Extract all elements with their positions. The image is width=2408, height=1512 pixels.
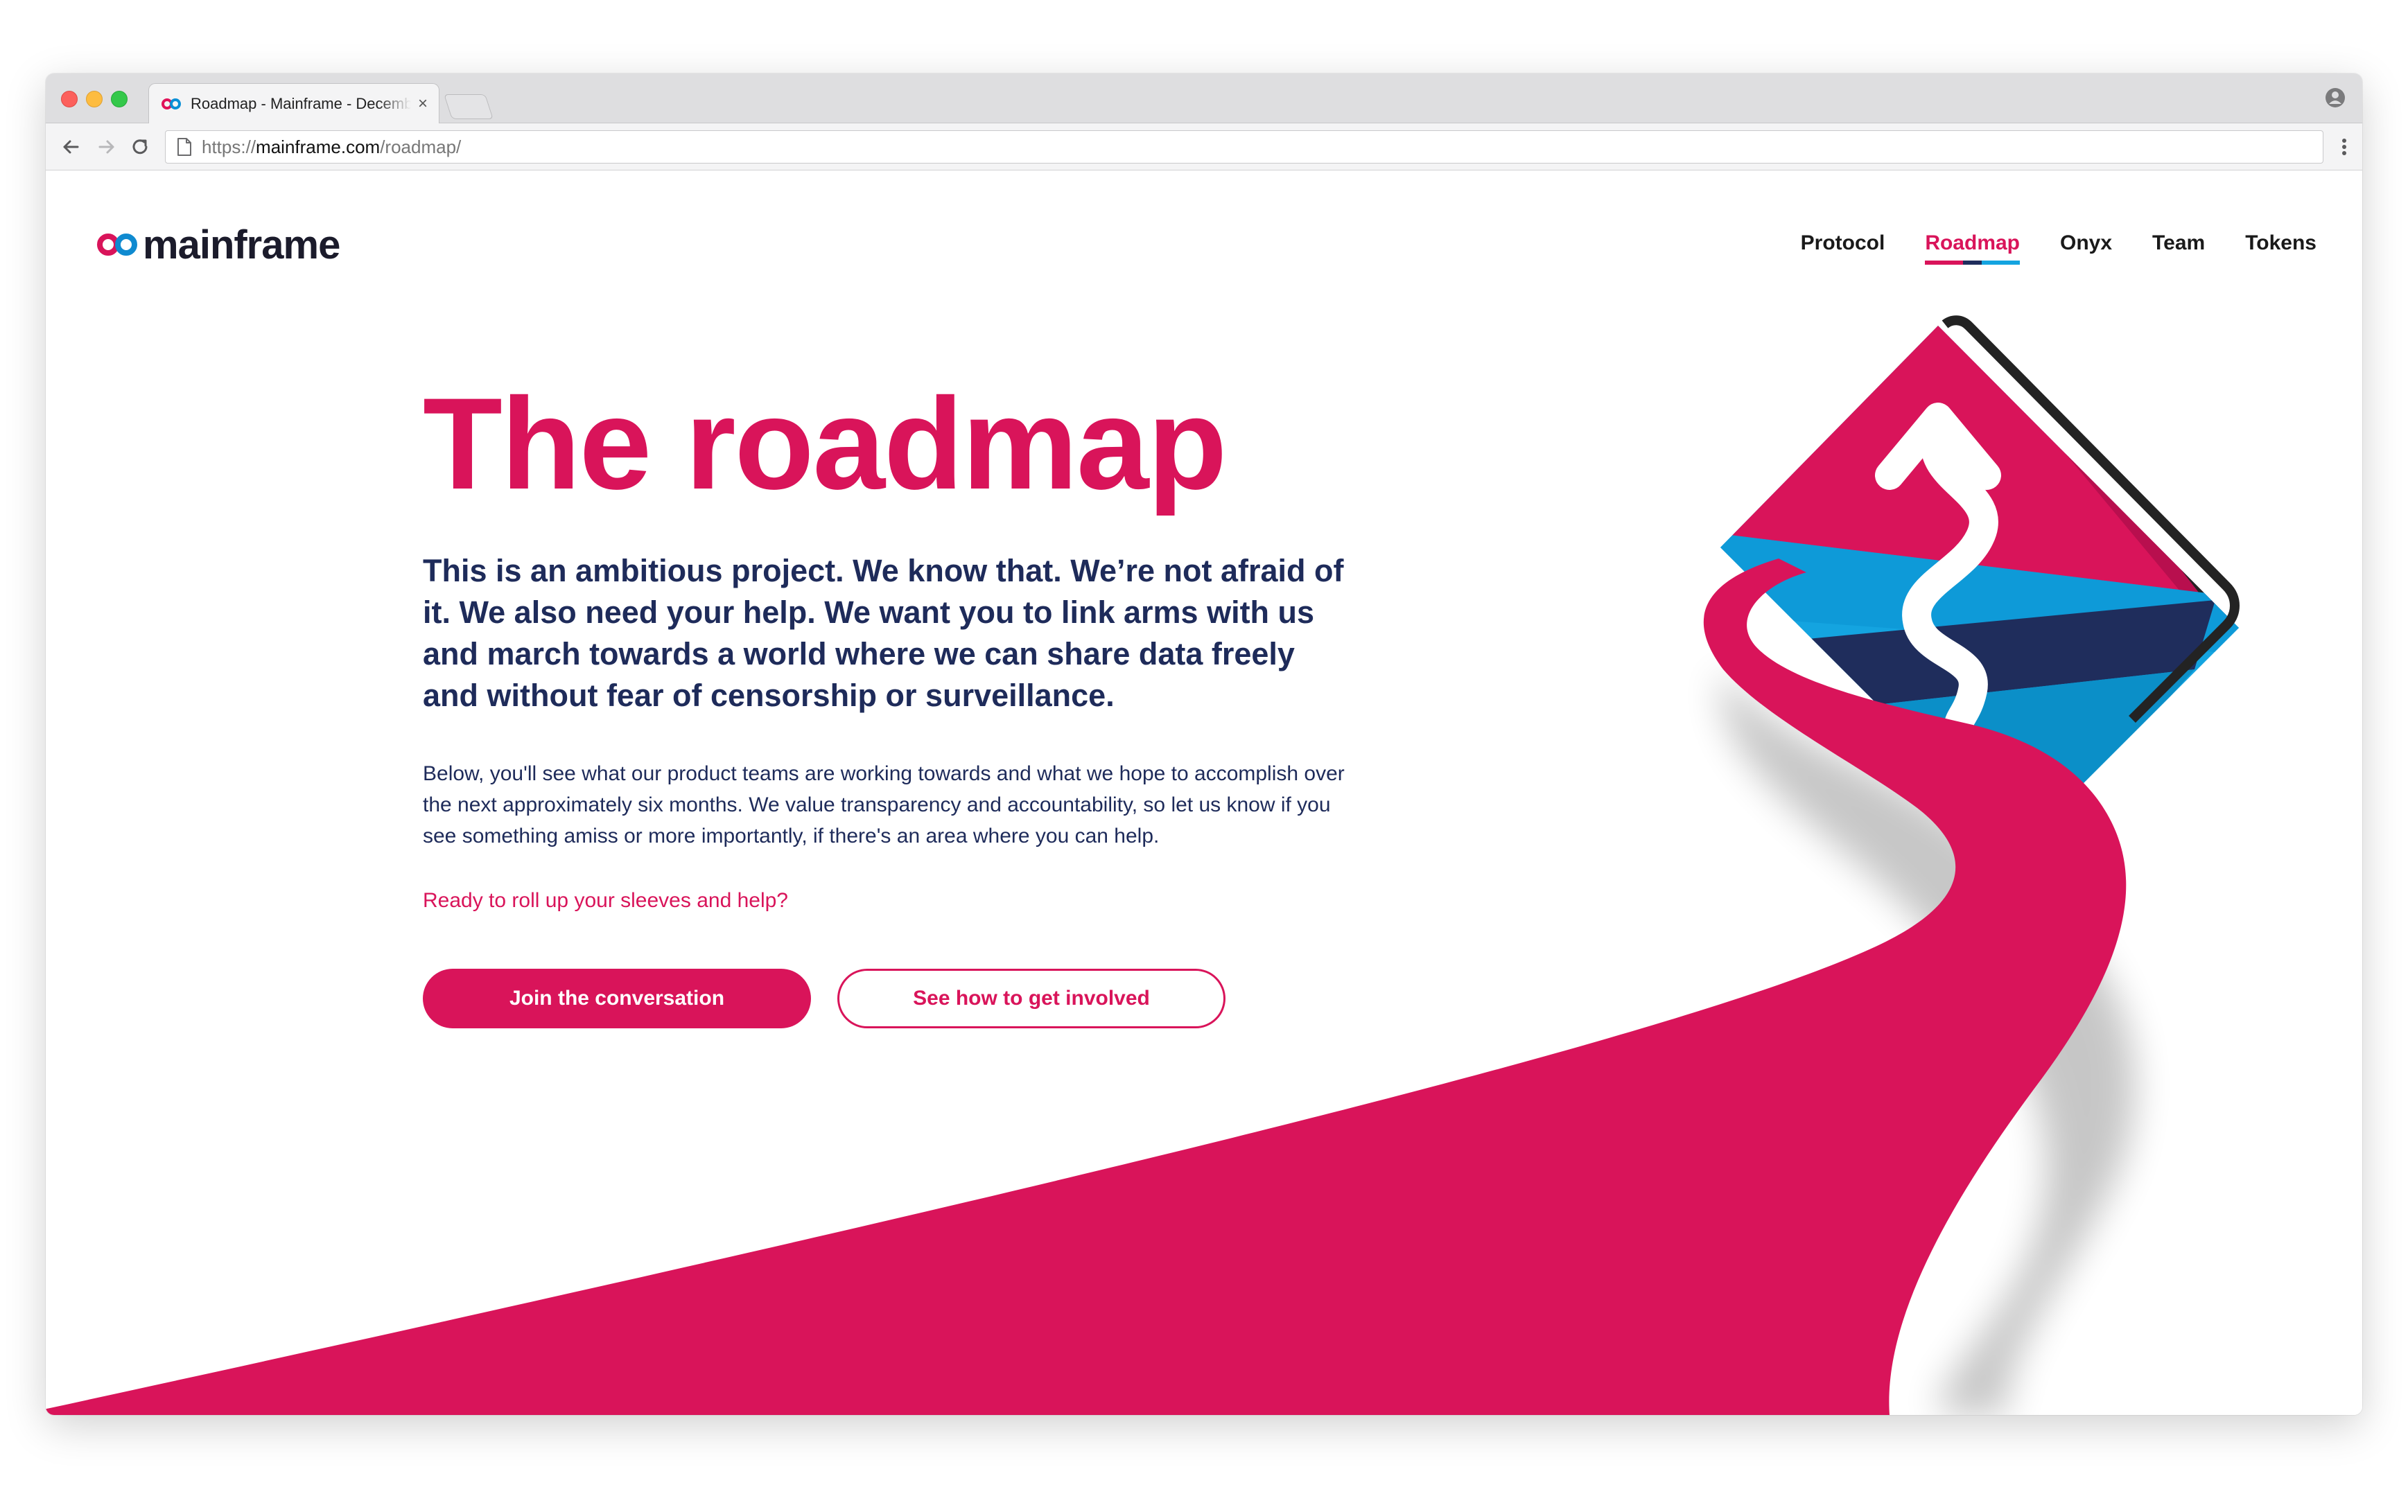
url-prefix: https:// (202, 136, 256, 157)
page-icon (177, 138, 191, 156)
address-bar: https://mainframe.com/roadmap/ (46, 123, 2362, 170)
tab-title: Roadmap - Mainframe - December 2018 (191, 94, 411, 112)
main-nav: Protocol Roadmap Onyx Team Tokens (1761, 231, 2317, 265)
close-icon[interactable]: × (418, 95, 428, 112)
join-conversation-button[interactable]: Join the conversation (423, 969, 811, 1028)
url-host: mainframe.com (256, 136, 381, 157)
get-involved-button[interactable]: See how to get involved (837, 969, 1225, 1028)
forward-arrow-icon[interactable] (94, 134, 119, 159)
close-window-button[interactable] (61, 91, 78, 107)
minimize-window-button[interactable] (86, 91, 103, 107)
nav-team[interactable]: Team (2152, 231, 2205, 265)
nav-tokens[interactable]: Tokens (2245, 231, 2317, 265)
hero-cta-text: Ready to roll up your sleeves and help? (423, 889, 788, 912)
favicon-icon (162, 98, 182, 109)
cta-buttons: Join the conversation See how to get inv… (423, 969, 1225, 1028)
url-text: https://mainframe.com/roadmap/ (202, 137, 461, 158)
mainframe-logo[interactable]: mainframe (97, 222, 340, 267)
hero-body: Below, you'll see what our product teams… (423, 762, 1345, 847)
reload-icon[interactable] (128, 134, 152, 159)
back-arrow-icon[interactable] (58, 134, 83, 159)
url-input[interactable]: https://mainframe.com/roadmap/ (165, 130, 2323, 164)
maximize-window-button[interactable] (111, 91, 128, 107)
webpage: mainframe Protocol Roadmap Onyx Team Tok… (46, 170, 2362, 1415)
logo-mark-icon (97, 234, 140, 256)
new-tab-button[interactable] (444, 94, 494, 119)
more-menu-icon[interactable] (2339, 136, 2350, 158)
profile-icon[interactable] (2325, 87, 2346, 108)
nav-onyx[interactable]: Onyx (2060, 231, 2112, 265)
url-path: /roadmap/ (380, 136, 462, 157)
nav-protocol[interactable]: Protocol (1801, 231, 1885, 265)
nav-roadmap[interactable]: Roadmap (1925, 231, 2020, 265)
hero-lead: This is an ambitious project. We know th… (423, 553, 1344, 713)
browser-window: Roadmap - Mainframe - December 2018 × ht… (46, 73, 2362, 1415)
logo-text: mainframe (143, 222, 340, 267)
browser-tab[interactable]: Roadmap - Mainframe - December 2018 × (148, 83, 439, 123)
hero-section: The roadmap This is an ambitious project… (423, 378, 1407, 913)
page-title: The roadmap (423, 371, 1227, 516)
title-bar: Roadmap - Mainframe - December 2018 × (46, 73, 2362, 123)
